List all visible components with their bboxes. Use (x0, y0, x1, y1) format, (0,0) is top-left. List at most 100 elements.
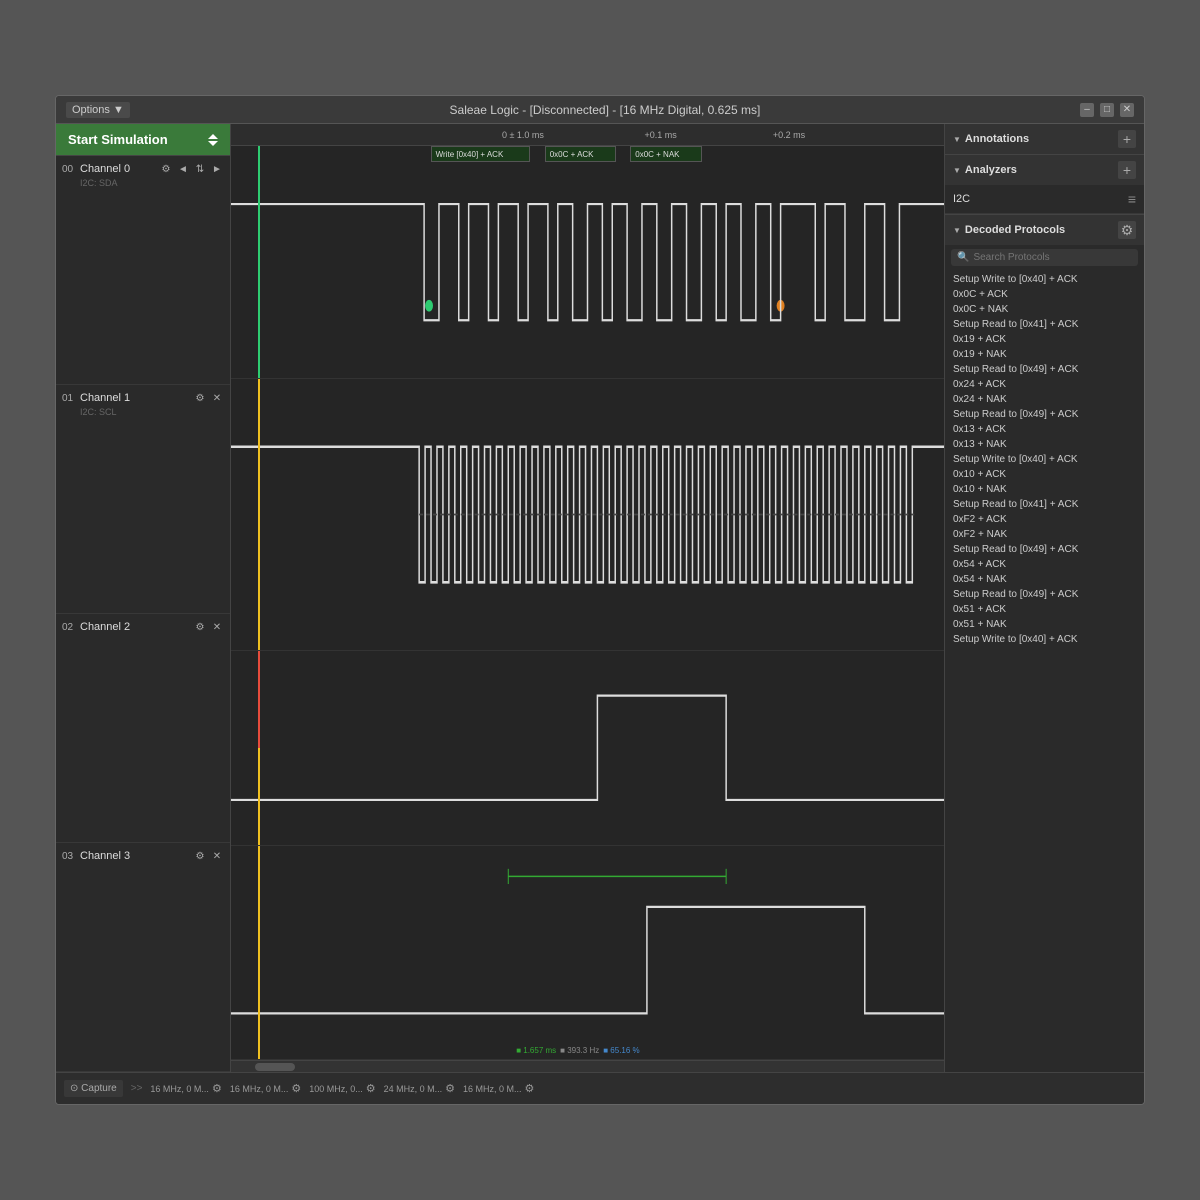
waveform-row-0[interactable]: Write [0x40] + ACK 0x0C + ACK 0x0C + NAK (231, 146, 944, 379)
channel-0-gear[interactable]: ⚙ (159, 162, 173, 176)
protocol-item-5[interactable]: 0x19 + NAK (945, 347, 1144, 362)
ch-setting-2[interactable]: 100 MHz, 0... ⚙ (309, 1082, 375, 1095)
protocol-item-14[interactable]: 0x10 + NAK (945, 482, 1144, 497)
protocol-item-17[interactable]: 0xF2 + NAK (945, 527, 1144, 542)
arrow-up-icon (208, 134, 218, 139)
protocol-item-3[interactable]: Setup Read to [0x41] + ACK (945, 317, 1144, 332)
protocol-item-13[interactable]: 0x10 + ACK (945, 467, 1144, 482)
channel-2-gear[interactable]: ⚙ (193, 620, 207, 634)
channel-0-panel: 00 Channel 0 ⚙ ◄ ⇅ ► I2C: SDA (56, 156, 230, 385)
protocol-item-0[interactable]: Setup Write to [0x40] + ACK (945, 272, 1144, 287)
channel-0-label: I2C: SDA (80, 178, 224, 188)
channel-1-gear[interactable]: ⚙ (193, 391, 207, 405)
ch-setting-0-label: 16 MHz, 0 M... (150, 1084, 209, 1094)
protocols-label: Decoded Protocols (965, 224, 1065, 236)
channel-0-controls: ⚙ ◄ ⇅ ► (159, 162, 224, 176)
ch-setting-2-gear[interactable]: ⚙ (366, 1082, 376, 1095)
title-bar-controls: – □ ✕ (1080, 103, 1134, 117)
maximize-button[interactable]: □ (1100, 103, 1114, 117)
channel-3-name: Channel 3 (80, 850, 193, 862)
channel-0-trigger[interactable]: ⇅ (193, 162, 207, 176)
channel-0-header: 00 Channel 0 ⚙ ◄ ⇅ ► (62, 162, 224, 176)
waveform-svg-2 (231, 651, 944, 845)
protocols-triangle: ▼ (953, 226, 961, 235)
search-protocols-bar: 🔍 (951, 249, 1138, 266)
analyzers-add-button[interactable]: + (1118, 161, 1136, 179)
protocol-item-6[interactable]: Setup Read to [0x49] + ACK (945, 362, 1144, 377)
channel-1-name: Channel 1 (80, 392, 193, 404)
protocol-item-9[interactable]: Setup Read to [0x49] + ACK (945, 407, 1144, 422)
annotations-title: ▼ Annotations (953, 133, 1029, 145)
bottom-bar: ⊙ Capture >> 16 MHz, 0 M... ⚙ 16 MHz, 0 … (56, 1072, 1144, 1104)
protocol-item-16[interactable]: 0xF2 + ACK (945, 512, 1144, 527)
protocol-item-4[interactable]: 0x19 + ACK (945, 332, 1144, 347)
scroll-thumb[interactable] (255, 1063, 295, 1071)
ch-setting-4[interactable]: 16 MHz, 0 M... ⚙ (463, 1082, 534, 1095)
protocol-item-11[interactable]: 0x13 + NAK (945, 437, 1144, 452)
arrow-down-icon (208, 141, 218, 146)
title-bar: Options ▼ Saleae Logic - [Disconnected] … (56, 96, 1144, 124)
protocol-item-15[interactable]: Setup Read to [0x41] + ACK (945, 497, 1144, 512)
channel-3-gear[interactable]: ⚙ (193, 849, 207, 863)
left-panel: Start Simulation 00 Channel 0 ⚙ ◄ ⇅ ► (56, 124, 231, 1072)
ch-setting-3-gear[interactable]: ⚙ (445, 1082, 455, 1095)
protocol-item-19[interactable]: 0x54 + ACK (945, 557, 1144, 572)
ch-setting-4-gear[interactable]: ⚙ (525, 1082, 535, 1095)
start-sim-label: Start Simulation (68, 132, 168, 147)
annotations-triangle: ▼ (953, 135, 961, 144)
protocol-item-10[interactable]: 0x13 + ACK (945, 422, 1144, 437)
protocol-item-22[interactable]: 0x51 + ACK (945, 602, 1144, 617)
search-protocols-input[interactable] (973, 252, 1132, 263)
ch-setting-3[interactable]: 24 MHz, 0 M... ⚙ (384, 1082, 455, 1095)
protocol-item-7[interactable]: 0x24 + ACK (945, 377, 1144, 392)
protocols-header: ▼ Decoded Protocols ⚙ (945, 215, 1144, 245)
protocol-item-24[interactable]: Setup Write to [0x40] + ACK (945, 632, 1144, 647)
channel-1-label: I2C: SCL (80, 407, 224, 417)
waveform-row-2[interactable] (231, 651, 944, 846)
channel-0-arrow-right[interactable]: ► (210, 162, 224, 176)
ch-setting-1-gear[interactable]: ⚙ (291, 1082, 301, 1095)
scroll-bar[interactable] (231, 1060, 944, 1072)
channel-2-header: 02 Channel 2 ⚙ ✕ (62, 620, 224, 634)
protocol-item-20[interactable]: 0x54 + NAK (945, 572, 1144, 587)
channel-1-num: 01 (62, 393, 76, 404)
protocol-item-2[interactable]: 0x0C + NAK (945, 302, 1144, 317)
main-content: Start Simulation 00 Channel 0 ⚙ ◄ ⇅ ► (56, 124, 1144, 1072)
channel-2-close[interactable]: ✕ (210, 620, 224, 634)
ch-setting-0[interactable]: 16 MHz, 0 M... ⚙ (150, 1082, 221, 1095)
channel-1-header: 01 Channel 1 ⚙ ✕ (62, 391, 224, 405)
ch-setting-3-label: 24 MHz, 0 M... (384, 1084, 443, 1094)
window-title: Saleae Logic - [Disconnected] - [16 MHz … (130, 103, 1080, 117)
protocol-item-23[interactable]: 0x51 + NAK (945, 617, 1144, 632)
protocol-item-18[interactable]: Setup Read to [0x49] + ACK (945, 542, 1144, 557)
protocol-item-1[interactable]: 0x0C + ACK (945, 287, 1144, 302)
analyzers-section: ▼ Analyzers + I2C ≡ (945, 155, 1144, 215)
channel-3-num: 03 (62, 851, 76, 862)
ch-setting-0-gear[interactable]: ⚙ (212, 1082, 222, 1095)
options-button[interactable]: Options ▼ (66, 102, 130, 118)
minimize-button[interactable]: – (1080, 103, 1094, 117)
start-simulation-button[interactable]: Start Simulation (56, 124, 230, 156)
channel-0-arrow-left[interactable]: ◄ (176, 162, 190, 176)
waveform-row-3[interactable]: ■ 1.657 ms ■ 393.3 Hz ■ 65.16 % (231, 846, 944, 1060)
close-button[interactable]: ✕ (1120, 103, 1134, 117)
analyzers-title: ▼ Analyzers (953, 164, 1017, 176)
protocol-item-8[interactable]: 0x24 + NAK (945, 392, 1144, 407)
analyzers-triangle: ▼ (953, 166, 961, 175)
time-marker-2: +0.2 ms (773, 130, 805, 140)
capture-button[interactable]: ⊙ Capture (64, 1080, 123, 1097)
channel-1-close[interactable]: ✕ (210, 391, 224, 405)
analyzer-i2c-menu[interactable]: ≡ (1128, 191, 1136, 207)
bottom-divider-1: >> (131, 1083, 143, 1094)
time-marker-1: +0.1 ms (645, 130, 677, 140)
channel-3-controls: ⚙ ✕ (193, 849, 224, 863)
annotations-add-button[interactable]: + (1118, 130, 1136, 148)
meas-freq: ■ 393.3 Hz (560, 1046, 599, 1055)
waveform-row-1[interactable] (231, 379, 944, 651)
protocol-item-12[interactable]: Setup Write to [0x40] + ACK (945, 452, 1144, 467)
protocols-settings-button[interactable]: ⚙ (1118, 221, 1136, 239)
protocol-item-21[interactable]: Setup Read to [0x49] + ACK (945, 587, 1144, 602)
channel-3-close[interactable]: ✕ (210, 849, 224, 863)
time-ruler: 0 ± 1.0 ms +0.1 ms +0.2 ms (231, 124, 944, 146)
ch-setting-1[interactable]: 16 MHz, 0 M... ⚙ (230, 1082, 301, 1095)
